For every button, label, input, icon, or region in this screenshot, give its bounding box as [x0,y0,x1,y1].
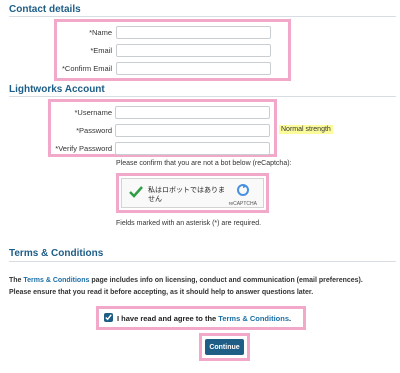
recaptcha-brand: reCAPTCHA [228,201,257,207]
username-label: *Username [74,108,112,117]
verify-password-field[interactable] [115,142,270,155]
recaptcha-logo-icon [235,183,251,199]
contact-section-title: Contact details [9,4,81,15]
required-footnote: Fields marked with an asterisk (*) are r… [116,220,262,227]
recaptcha-checkmark-icon [128,184,144,202]
terms-paragraph-line2: Please ensure that you read it before ac… [9,289,314,296]
verify-password-label: *Verify Password [55,144,112,153]
recaptcha-widget[interactable]: 私はロボットではありません reCAPTCHA [121,178,264,208]
email-label: *Email [90,46,112,55]
password-field[interactable] [115,124,270,137]
continue-button[interactable]: Continue [205,339,244,355]
terms-paragraph-line1: The Terms & Conditions page includes inf… [9,277,396,284]
contact-confirm-email-row: *Confirm Email [57,61,288,77]
verify-password-row: *Verify Password [51,141,274,157]
account-divider [9,96,396,97]
password-label: *Password [76,126,112,135]
confirm-email-field[interactable] [116,62,271,75]
terms-para-suffix: page includes info on licensing, conduct… [89,277,363,284]
name-label: *Name [89,28,112,37]
agree-label: I have read and agree to the Terms & Con… [117,314,291,323]
contact-fields-highlight: *Name *Email *Confirm Email [54,19,291,81]
account-section-title: Lightworks Account [9,84,105,95]
agree-terms-link[interactable]: Terms & Conditions [218,314,289,323]
agree-checkbox[interactable] [104,313,113,322]
name-field[interactable] [116,26,271,39]
recaptcha-text: 私はロボットではありません [148,187,225,203]
terms-para-prefix: The [9,277,24,284]
terms-link[interactable]: Terms & Conditions [23,277,89,284]
password-row: *Password [51,123,274,139]
terms-divider [9,261,396,262]
agree-suffix: . [289,314,292,323]
contact-divider [9,16,396,17]
email-field[interactable] [116,44,271,57]
confirm-email-label: *Confirm Email [61,64,112,73]
password-strength-badge: Normal strength [279,125,333,134]
terms-section-title: Terms & Conditions [9,248,104,259]
agree-prefix: I have read and agree to the [117,314,219,323]
account-fields-highlight: *Username *Password *Verify Password [48,99,277,157]
username-field[interactable] [115,106,270,119]
contact-name-row: *Name [57,25,288,41]
captcha-highlight: 私はロボットではありません reCAPTCHA [116,173,269,213]
captcha-prompt: Please confirm that you are not a bot be… [116,160,292,167]
continue-highlight: Continue [199,333,250,361]
contact-email-row: *Email [57,43,288,59]
username-row: *Username [51,105,274,121]
agree-highlight: I have read and agree to the Terms & Con… [96,306,306,330]
